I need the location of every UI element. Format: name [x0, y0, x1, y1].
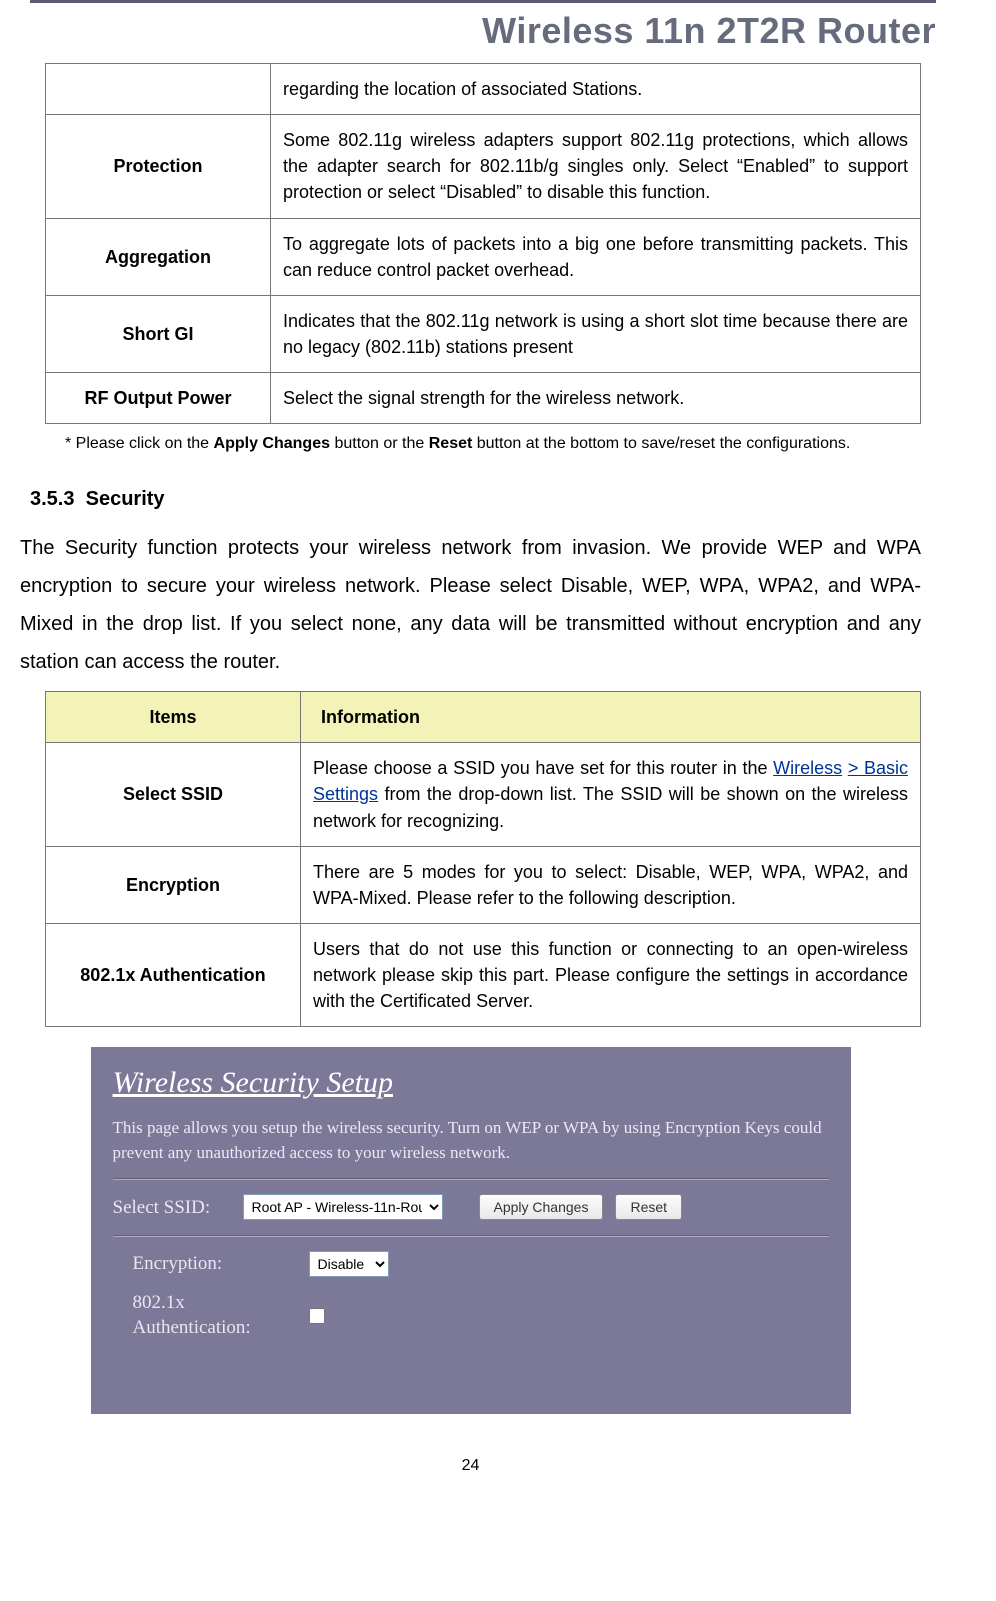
select-ssid-dropdown[interactable]: Root AP - Wireless-11n-Router — [243, 1194, 443, 1220]
table-header-items: Items — [46, 692, 301, 743]
footnote-text: button at the bottom to save/reset the c… — [472, 435, 850, 452]
cell-desc: Please choose a SSID you have set for th… — [301, 743, 921, 846]
page-number: 24 — [20, 1454, 921, 1477]
text: from the drop-down list. The SSID will b… — [313, 784, 908, 830]
label-select-ssid: Select SSID: — [113, 1194, 243, 1222]
panel-title: Wireless Security Setup — [113, 1061, 829, 1105]
8021x-auth-checkbox[interactable] — [309, 1308, 325, 1324]
header-rule — [30, 0, 936, 3]
label-encryption: Encryption: — [133, 1252, 273, 1277]
cell-label: Protection — [46, 115, 271, 218]
label-8021x: 802.1x Authentication: — [133, 1291, 273, 1340]
definitions-table-2: Items Information Select SSID Please cho… — [45, 691, 921, 1027]
cell-desc: Select the signal strength for the wirel… — [271, 372, 921, 423]
cell-label — [46, 64, 271, 115]
footnote-bold: Apply Changes — [214, 435, 330, 452]
link-wireless[interactable]: Wireless — [773, 758, 842, 778]
cell-label: 802.1x Authentication — [46, 923, 301, 1026]
cell-desc: Users that do not use this function or c… — [301, 923, 921, 1026]
cell-label: Short GI — [46, 295, 271, 372]
cell-desc: Indicates that the 802.11g network is us… — [271, 295, 921, 372]
cell-desc: To aggregate lots of packets into a big … — [271, 218, 921, 295]
footnote-text: button or the — [330, 435, 429, 452]
table-header-info: Information — [301, 692, 921, 743]
panel-description: This page allows you setup the wireless … — [113, 1115, 829, 1166]
document-title: Wireless 11n 2T2R Router — [482, 5, 936, 57]
definitions-table-1: regarding the location of associated Sta… — [45, 63, 921, 424]
encryption-dropdown[interactable]: Disable — [309, 1251, 389, 1277]
cell-label: Aggregation — [46, 218, 271, 295]
text: Please choose a SSID you have set for th… — [313, 758, 773, 778]
footnote-bold: Reset — [429, 435, 473, 452]
cell-desc: regarding the location of associated Sta… — [271, 64, 921, 115]
divider — [113, 1178, 829, 1180]
router-ui-screenshot: Wireless Security Setup This page allows… — [91, 1047, 851, 1414]
row-8021x: 802.1x Authentication: — [133, 1291, 829, 1340]
section-title: Security — [86, 488, 165, 510]
reset-button[interactable]: Reset — [615, 1194, 682, 1220]
label-8021x-line1: 802.1x — [133, 1292, 185, 1313]
section-heading: 3.5.3 Security — [30, 485, 921, 514]
row-encryption: Encryption: Disable — [133, 1251, 829, 1277]
page-header: Wireless 11n 2T2R Router — [0, 5, 996, 63]
apply-changes-button[interactable]: Apply Changes — [479, 1194, 604, 1220]
row-select-ssid: Select SSID: Root AP - Wireless-11n-Rout… — [113, 1194, 829, 1222]
cell-label: Select SSID — [46, 743, 301, 846]
divider — [113, 1235, 829, 1237]
section-body: The Security function protects your wire… — [20, 529, 921, 681]
cell-label: Encryption — [46, 846, 301, 923]
footnote: * Please click on the Apply Changes butt… — [65, 432, 921, 455]
footnote-text: * Please click on the — [65, 435, 214, 452]
section-number: 3.5.3 — [30, 488, 74, 510]
label-8021x-line2: Authentication: — [133, 1317, 251, 1338]
cell-label: RF Output Power — [46, 372, 271, 423]
cell-desc: Some 802.11g wireless adapters support 8… — [271, 115, 921, 218]
cell-desc: There are 5 modes for you to select: Dis… — [301, 846, 921, 923]
